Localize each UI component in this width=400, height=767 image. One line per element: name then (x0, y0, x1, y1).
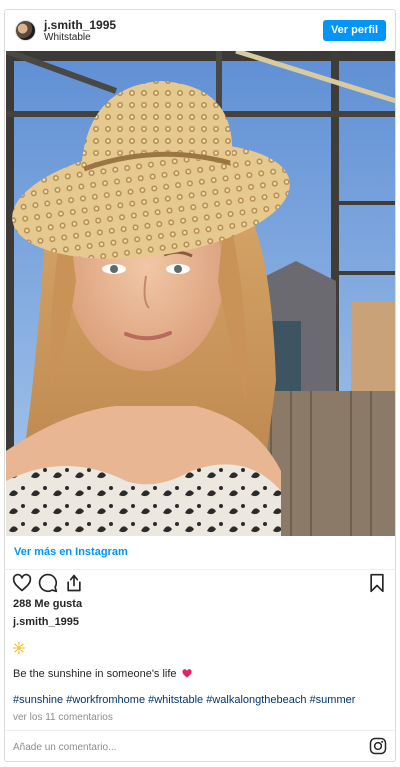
post-photo[interactable] (6, 51, 395, 536)
avatar[interactable] (15, 20, 36, 41)
divider (5, 569, 395, 570)
comment-icon[interactable] (38, 573, 58, 593)
caption-username[interactable]: j.smith_1995 (13, 616, 79, 628)
add-comment-input[interactable] (13, 738, 353, 756)
instagram-icon[interactable] (369, 737, 387, 755)
sun-emoji (13, 642, 25, 654)
divider (5, 730, 395, 731)
post-actions (5, 573, 395, 599)
instagram-embed-card: j.smith_1995 Whitstable Ver perfil Ver m… (4, 9, 396, 762)
header-location[interactable]: Whitstable (44, 32, 91, 43)
see-more-instagram-link[interactable]: Ver más en Instagram (14, 546, 128, 558)
view-comments-link[interactable]: ver los 11 comentarios (13, 712, 113, 723)
hashtags[interactable]: #sunshine #workfromhome #whitstable #wal… (13, 694, 355, 706)
share-icon[interactable] (64, 573, 84, 593)
likes-count[interactable]: 288 Me gusta (13, 598, 82, 610)
heart-icon[interactable] (12, 573, 32, 593)
caption-text: Be the sunshine in someone's life (13, 668, 177, 680)
view-profile-button[interactable]: Ver perfil (323, 20, 386, 41)
caption-text-line: Be the sunshine in someone's life (13, 668, 192, 680)
red-heart-emoji (182, 669, 192, 678)
header-username[interactable]: j.smith_1995 (44, 18, 116, 32)
selfie-image (6, 51, 395, 536)
bookmark-icon[interactable] (367, 573, 387, 593)
post-header: j.smith_1995 Whitstable Ver perfil (5, 10, 395, 51)
